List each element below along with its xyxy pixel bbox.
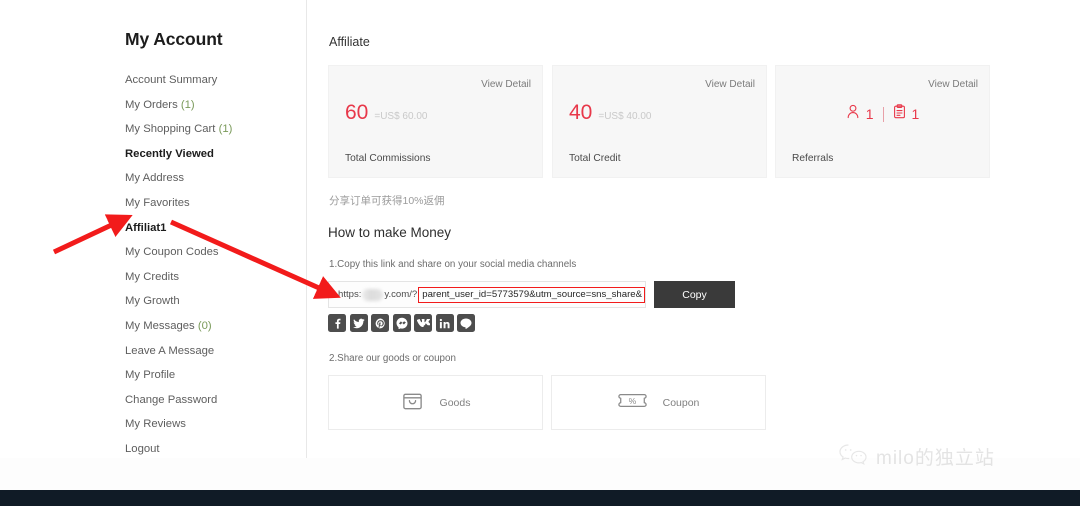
sidebar-item-recently-viewed[interactable]: Recently Viewed (125, 142, 295, 167)
referral-divider (882, 106, 884, 122)
vk-icon[interactable] (414, 314, 432, 332)
svg-text:%: % (628, 395, 636, 405)
sidebar-item-leave-a-message[interactable]: Leave A Message (125, 339, 295, 364)
url-suffix: y.com/? (384, 289, 418, 300)
account-sidebar: My Account Account Summary My Orders (1) M… (0, 0, 307, 458)
sidebar-item-my-reviews[interactable]: My Reviews (125, 412, 295, 437)
sidebar-item-account-summary[interactable]: Account Summary (125, 68, 295, 93)
coupon-percent-icon: % (617, 390, 647, 416)
watermark: milo的独立站 (838, 443, 995, 470)
step-1-instruction: 1.Copy this link and share on your socia… (329, 259, 577, 270)
sidebar-item-my-address[interactable]: My Address (125, 166, 295, 191)
how-to-make-money-heading: How to make Money (328, 225, 452, 240)
sidebar-item-count: (1) (218, 123, 233, 136)
facebook-icon[interactable] (328, 314, 346, 332)
share-link-row: https: y.com/? parent_user_id=5773579&ut… (328, 281, 735, 308)
main-content: Affiliate View Detail 60 =US$ 60.00 Tota… (307, 0, 1080, 458)
share-goods-box[interactable]: Goods (328, 375, 543, 430)
sidebar-item-my-favorites[interactable]: My Favorites (125, 191, 295, 216)
step-2-instruction: 2.Share our goods or coupon (329, 353, 456, 364)
sidebar-item-count: (1) (180, 98, 195, 111)
view-detail-link-credit[interactable]: View Detail (705, 79, 755, 90)
sidebar-item-my-profile[interactable]: My Profile (125, 363, 295, 388)
person-icon (846, 104, 860, 124)
twitter-icon[interactable] (349, 314, 368, 332)
sidebar-item-affiliat1[interactable]: Affiliat1 (125, 216, 295, 241)
clipboard-icon (893, 104, 906, 124)
sidebar-item-my-credits[interactable]: My Credits (125, 265, 295, 290)
sidebar-item-count: (0) (197, 319, 212, 332)
commissions-label: Total Commissions (345, 153, 431, 164)
page-title: My Account (125, 29, 223, 49)
view-detail-link-commissions[interactable]: View Detail (481, 79, 531, 90)
affiliate-heading: Affiliate (329, 35, 370, 49)
pinterest-icon[interactable] (371, 314, 389, 332)
shopping-bag-icon (401, 389, 424, 417)
referral-order-group: 1 (893, 104, 920, 124)
messenger-icon[interactable] (392, 314, 411, 332)
url-redacted-domain (362, 288, 384, 301)
share-link-input[interactable]: https: y.com/? parent_user_id=5773579&ut… (328, 281, 646, 308)
copy-button[interactable]: Copy (654, 281, 735, 308)
sidebar-item-my-coupon-codes[interactable]: My Coupon Codes (125, 240, 295, 265)
commissions-usd: =US$ 60.00 (374, 111, 428, 122)
referral-person-group: 1 (846, 104, 874, 124)
wechat-icon (838, 443, 868, 470)
commissions-value-row: 60 =US$ 60.00 (345, 102, 427, 123)
linkedin-icon[interactable] (435, 314, 454, 332)
sidebar-nav: Account Summary My Orders (1) My Shopping … (125, 68, 295, 462)
sidebar-item-my-shopping-cart-1[interactable]: My Shopping Cart (1) (125, 117, 295, 142)
footer-strip (0, 490, 1080, 506)
page-root: My Account Account Summary My Orders (1) M… (0, 0, 1080, 506)
watermark-text: milo的独立站 (876, 448, 995, 469)
social-share-row (328, 314, 475, 332)
share-goods-label: Goods (439, 396, 471, 409)
url-prefix: https: (338, 289, 362, 300)
sidebar-item-my-growth[interactable]: My Growth (125, 289, 295, 314)
referrals-value-row: 1 1 (776, 104, 989, 124)
card-referrals[interactable]: View Detail 1 1 Referrals (775, 65, 990, 178)
commission-note: 分享订单可获得10%返佣 (329, 195, 445, 207)
referrals-label: Referrals (792, 153, 834, 164)
share-coupon-label: Coupon (662, 396, 700, 409)
view-detail-link-referrals[interactable]: View Detail (928, 79, 978, 90)
sidebar-item-change-password[interactable]: Change Password (125, 388, 295, 413)
credit-label: Total Credit (569, 153, 621, 164)
sidebar-item-my-messages-0[interactable]: My Messages (0) (125, 314, 295, 339)
card-total-credit[interactable]: View Detail 40 =US$ 40.00 Total Credit (552, 65, 767, 178)
credit-usd: =US$ 40.00 (598, 111, 652, 122)
credit-value-row: 40 =US$ 40.00 (569, 102, 651, 123)
sidebar-item-my-orders-1[interactable]: My Orders (1) (125, 93, 295, 118)
credit-number: 40 (569, 101, 593, 124)
line-icon[interactable] (457, 314, 475, 332)
share-coupon-box[interactable]: % Coupon (551, 375, 766, 430)
referral-person-count: 1 (865, 106, 874, 122)
commissions-number: 60 (345, 101, 369, 124)
url-query-highlight: parent_user_id=5773579&utm_source=sns_sh… (418, 286, 645, 303)
referral-order-count: 1 (911, 106, 920, 122)
card-total-commissions[interactable]: View Detail 60 =US$ 60.00 Total Commissi… (328, 65, 543, 178)
